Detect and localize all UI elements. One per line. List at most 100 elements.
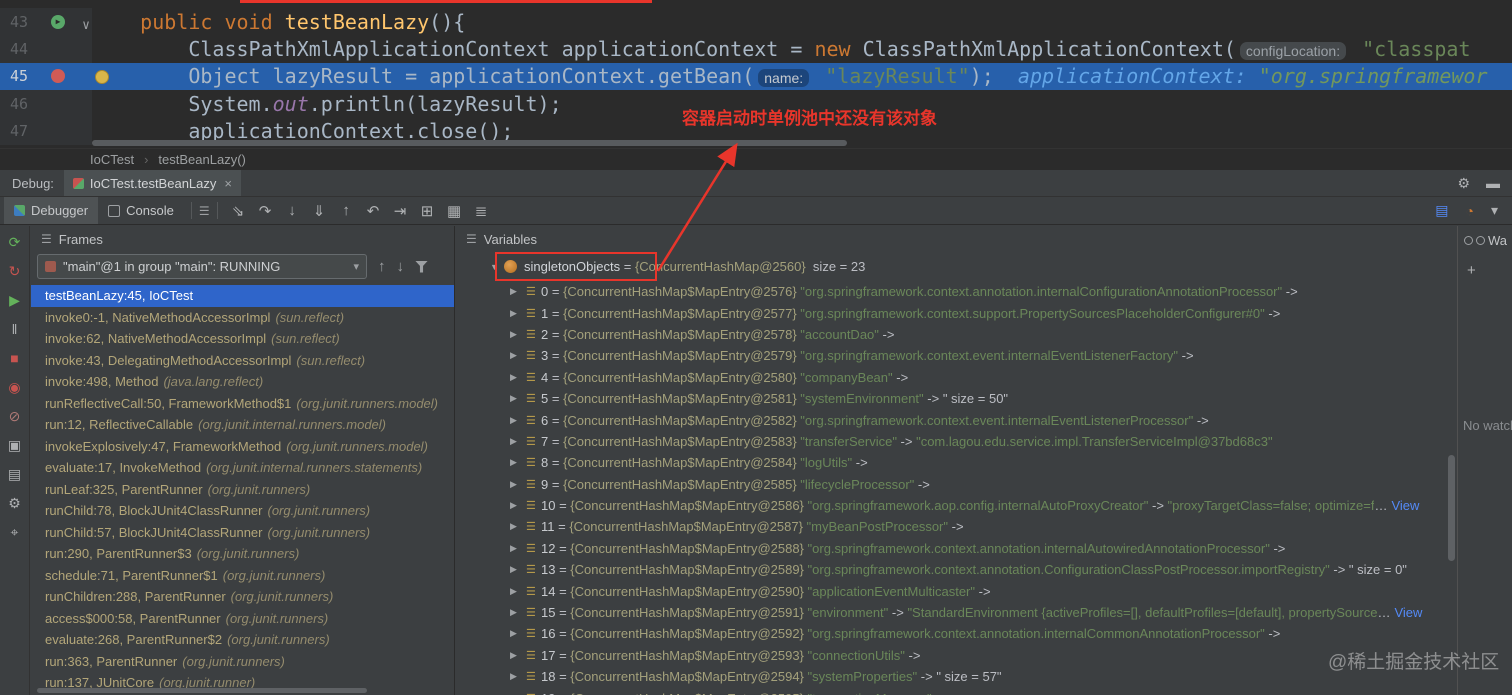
stack-frame-row[interactable]: invokeExplosively:47, FrameworkMethod (o…: [31, 436, 454, 458]
rerun-failed-tests-button[interactable]: ↻: [4, 260, 26, 282]
view-link[interactable]: View: [1391, 498, 1419, 513]
variable-row[interactable]: ▶ ☰ 18 = {ConcurrentHashMap$MapEntry@259…: [456, 666, 1457, 687]
restore-layout-button[interactable]: ▤: [1435, 202, 1448, 219]
expand-icon[interactable]: ▶: [510, 521, 524, 532]
variables-vertical-scrollbar[interactable]: [1448, 455, 1455, 561]
variable-row[interactable]: ▶ ☰ 11 = {ConcurrentHashMap$MapEntry@258…: [456, 516, 1457, 537]
stack-frame-row[interactable]: testBeanLazy:45, IoCTest: [31, 285, 454, 307]
stack-frame-row[interactable]: runReflectiveCall:50, FrameworkMethod$1 …: [31, 393, 454, 415]
expand-icon[interactable]: ▶: [510, 436, 524, 447]
variable-row[interactable]: ▶ ☰ 15 = {ConcurrentHashMap$MapEntry@259…: [456, 602, 1457, 623]
tab-debugger[interactable]: Debugger: [4, 197, 99, 224]
variable-row[interactable]: ▶ ☰ 16 = {ConcurrentHashMap$MapEntry@259…: [456, 623, 1457, 644]
stack-frame-row[interactable]: run:363, ParentRunner (org.junit.runners…: [31, 651, 454, 673]
frames-horizontal-scrollbar[interactable]: [37, 688, 367, 693]
layout-menu-icon[interactable]: ☰: [199, 204, 210, 218]
expand-icon[interactable]: ▶: [510, 479, 524, 490]
frames-menu-icon[interactable]: ☰: [41, 232, 52, 246]
stack-frame-row[interactable]: runChild:57, BlockJUnit4ClassRunner (org…: [31, 522, 454, 544]
breakpoint-icon[interactable]: [51, 69, 65, 84]
settings-gear-icon[interactable]: ⚙: [1457, 175, 1470, 192]
stack-frame-row[interactable]: invoke:43, DelegatingMethodAccessorImpl …: [31, 350, 454, 372]
expand-icon[interactable]: ▶: [510, 329, 524, 340]
expand-icon[interactable]: ▶: [510, 607, 524, 618]
variable-row[interactable]: ▶ ☰ 6 = {ConcurrentHashMap$MapEntry@2582…: [456, 409, 1457, 430]
expand-icon[interactable]: ▶: [510, 543, 524, 554]
evaluate-expression-button[interactable]: ⊞: [414, 202, 441, 220]
expand-icon[interactable]: ▶: [510, 393, 524, 404]
mute-breakpoints-button[interactable]: ⊘: [4, 405, 26, 427]
run-to-cursor-button[interactable]: ⇥: [387, 202, 414, 220]
force-step-into-button[interactable]: ⇓: [306, 202, 333, 220]
debug-session-tab[interactable]: IoCTest.testBeanLazy ×: [63, 170, 241, 196]
layout-settings-button[interactable]: ≣: [468, 202, 495, 220]
resume-button[interactable]: ▶: [4, 289, 26, 311]
stack-frame-row[interactable]: run:12, ReflectiveCallable (org.junit.in…: [31, 414, 454, 436]
stack-frame-row[interactable]: access$000:58, ParentRunner (org.junit.r…: [31, 608, 454, 630]
breadcrumb-method[interactable]: testBeanLazy(): [158, 152, 245, 167]
rerun-button[interactable]: ⟳: [4, 231, 26, 253]
expand-icon[interactable]: ▶: [510, 308, 524, 319]
hide-library-frames-filter-icon[interactable]: [415, 260, 428, 273]
expand-icon[interactable]: ▶: [510, 415, 524, 426]
variable-row[interactable]: ▶ ☰ 17 = {ConcurrentHashMap$MapEntry@259…: [456, 645, 1457, 666]
memory-view-button[interactable]: ▦: [441, 202, 468, 220]
view-breakpoints-button[interactable]: ◉: [4, 376, 26, 398]
variable-row[interactable]: ▶ ☰ 13 = {ConcurrentHashMap$MapEntry@258…: [456, 559, 1457, 580]
step-over-button[interactable]: ↷: [252, 202, 279, 220]
stack-frame-row[interactable]: invoke:498, Method (java.lang.reflect): [31, 371, 454, 393]
expand-icon[interactable]: ▶: [510, 564, 524, 575]
stack-frame-row[interactable]: schedule:71, ParentRunner$1 (org.junit.r…: [31, 565, 454, 587]
stack-frame-row[interactable]: evaluate:268, ParentRunner$2 (org.junit.…: [31, 629, 454, 651]
thread-dump-button[interactable]: ▣: [4, 434, 26, 456]
expand-icon[interactable]: ▶: [510, 372, 524, 383]
variable-row[interactable]: ▶ ☰ 3 = {ConcurrentHashMap$MapEntry@2579…: [456, 345, 1457, 366]
variable-row[interactable]: ▶ ☰ 9 = {ConcurrentHashMap$MapEntry@2585…: [456, 474, 1457, 495]
stack-frame-row[interactable]: runChild:78, BlockJUnit4ClassRunner (org…: [31, 500, 454, 522]
hide-toolbar-button[interactable]: ▾: [1491, 202, 1498, 219]
breadcrumb-class[interactable]: IoCTest: [90, 152, 134, 167]
stack-frame-row[interactable]: invoke0:-1, NativeMethodAccessorImpl (su…: [31, 307, 454, 329]
settings-button[interactable]: ⚙: [4, 492, 26, 514]
collapse-icon[interactable]: ▼: [490, 262, 504, 272]
variable-row[interactable]: ▶ ☰ 10 = {ConcurrentHashMap$MapEntry@258…: [456, 495, 1457, 516]
stack-frame-row[interactable]: evaluate:17, InvokeMethod (org.junit.int…: [31, 457, 454, 479]
expand-icon[interactable]: ▶: [510, 671, 524, 682]
tab-console[interactable]: Console: [98, 197, 184, 224]
expand-icon[interactable]: ▶: [510, 500, 524, 511]
expand-icon[interactable]: ▶: [510, 650, 524, 661]
pin-button[interactable]: ⌖: [4, 521, 26, 543]
step-into-button[interactable]: ↓: [279, 202, 306, 219]
intention-bulb-icon[interactable]: [95, 69, 109, 84]
show-execution-point-button[interactable]: ⇘: [225, 202, 252, 220]
watches-header[interactable]: Wa: [1458, 226, 1512, 248]
fold-chevron-icon[interactable]: ∨: [82, 18, 90, 33]
variable-row[interactable]: ▶ ☰ 5 = {ConcurrentHashMap$MapEntry@2581…: [456, 388, 1457, 409]
variables-menu-icon[interactable]: ☰: [466, 232, 477, 246]
hide-window-icon[interactable]: ▬: [1486, 175, 1500, 192]
next-frame-button[interactable]: ↓: [397, 258, 405, 275]
expand-icon[interactable]: ▶: [510, 350, 524, 361]
stack-frame-row[interactable]: invoke:62, NativeMethodAccessorImpl (sun…: [31, 328, 454, 350]
step-out-button[interactable]: ↑: [333, 202, 360, 219]
variable-row[interactable]: ▶ ☰ 7 = {ConcurrentHashMap$MapEntry@2583…: [456, 431, 1457, 452]
variable-row[interactable]: ▶ ☰ 1 = {ConcurrentHashMap$MapEntry@2577…: [456, 302, 1457, 323]
thread-selector[interactable]: "main"@1 in group "main": RUNNING ▾: [37, 254, 367, 279]
expand-icon[interactable]: ▶: [510, 586, 524, 597]
close-icon[interactable]: ×: [224, 176, 232, 191]
variable-root-row[interactable]: ▼ singletonObjects = {ConcurrentHashMap@…: [456, 252, 1457, 281]
variable-row[interactable]: ▶ ☰ 8 = {ConcurrentHashMap$MapEntry@2584…: [456, 452, 1457, 473]
stack-frame-row[interactable]: run:290, ParentRunner$3 (org.junit.runne…: [31, 543, 454, 565]
editor-horizontal-scrollbar[interactable]: [92, 140, 847, 146]
variable-row[interactable]: ▶ ☰ 4 = {ConcurrentHashMap$MapEntry@2580…: [456, 367, 1457, 388]
stack-frame-row[interactable]: runLeaf:325, ParentRunner (org.junit.run…: [31, 479, 454, 501]
variable-row[interactable]: ▶ ☰ 19 = {ConcurrentHashMap$MapEntry@259…: [456, 687, 1457, 695]
view-link[interactable]: View: [1394, 605, 1422, 620]
add-watch-button[interactable]: +: [1467, 262, 1512, 279]
variable-row[interactable]: ▶ ☰ 2 = {ConcurrentHashMap$MapEntry@2578…: [456, 324, 1457, 345]
variable-row[interactable]: ▶ ☰ 0 = {ConcurrentHashMap$MapEntry@2576…: [456, 281, 1457, 302]
profiler-button[interactable]: ◔: [1466, 203, 1474, 219]
variable-row[interactable]: ▶ ☰ 14 = {ConcurrentHashMap$MapEntry@259…: [456, 580, 1457, 601]
expand-icon[interactable]: ▶: [510, 457, 524, 468]
variable-row[interactable]: ▶ ☰ 12 = {ConcurrentHashMap$MapEntry@258…: [456, 538, 1457, 559]
